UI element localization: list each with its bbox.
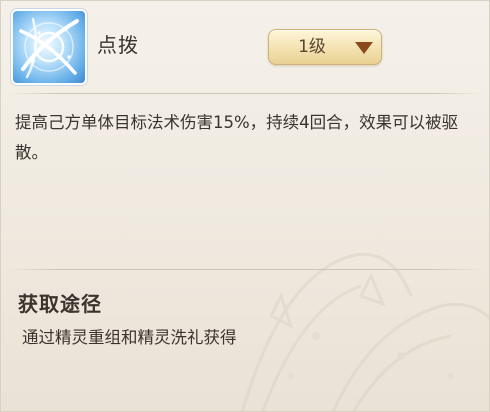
skill-icon bbox=[11, 9, 87, 85]
dropdown-arrow-icon bbox=[355, 42, 373, 54]
divider bbox=[9, 269, 481, 270]
background-ornament-icon bbox=[240, 252, 489, 411]
source-title: 获取途径 bbox=[18, 292, 102, 316]
level-label: 1级 bbox=[298, 37, 326, 57]
source-text: 通过精灵重组和精灵洗礼获得 bbox=[22, 328, 237, 347]
divider bbox=[9, 93, 481, 94]
snowflake-swirl-icon bbox=[19, 17, 79, 79]
skill-description: 提高己方单体目标法术伤害15%，持续4回合，效果可以被驱散。 bbox=[15, 113, 459, 162]
skill-name: 点拨 bbox=[97, 33, 139, 57]
skill-detail-panel: 点拨 1级 提高己方单体目标法术伤害15%，持续4回合，效果可以被驱散。 获取途… bbox=[0, 0, 490, 412]
level-dropdown[interactable]: 1级 bbox=[268, 29, 382, 65]
